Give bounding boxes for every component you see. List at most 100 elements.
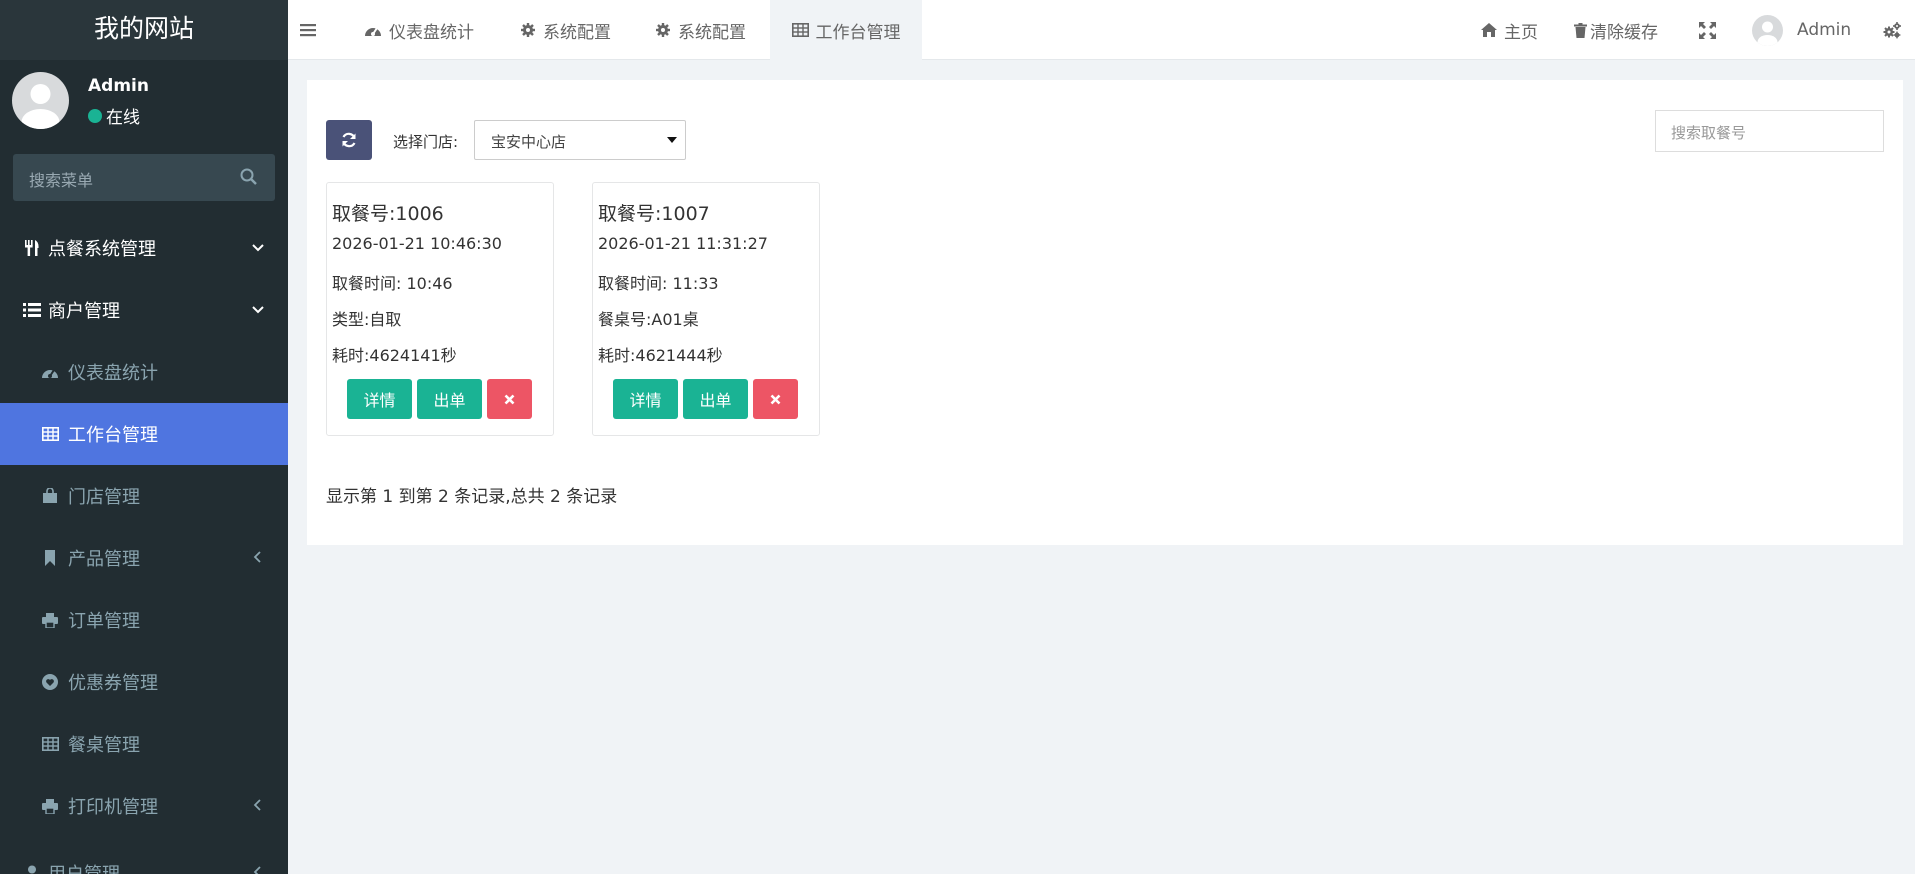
bookmark-icon — [40, 548, 60, 568]
sidebar-item-label: 商户管理 — [48, 301, 120, 322]
expand-icon[interactable] — [1699, 21, 1716, 39]
order-delete-button[interactable] — [753, 379, 798, 419]
tab-label: 仪表盘统计 — [389, 22, 474, 43]
order-card: 取餐号:1006 2026-01-21 10:46:30 取餐时间: 10:46… — [326, 182, 554, 436]
refresh-icon — [342, 132, 356, 148]
sidebar-item-orders[interactable]: 订单管理 — [0, 589, 288, 651]
sidebar-item-workbench[interactable]: 工作台管理 — [0, 403, 288, 465]
order-search-placeholder: 搜索取餐号 — [1671, 124, 1747, 142]
table-icon — [40, 424, 60, 444]
heart-icon — [40, 672, 60, 692]
sidebar-item-label: 工作台管理 — [68, 425, 158, 446]
trash-icon — [1574, 22, 1587, 38]
sidebar-item-ordering-system[interactable]: 点餐系统管理 — [0, 217, 288, 279]
user-icon — [22, 863, 42, 874]
home-link[interactable]: 主页 — [1481, 0, 1538, 60]
order-delete-button[interactable] — [487, 379, 532, 419]
clear-cache-button[interactable]: 清除缓存 — [1574, 0, 1658, 60]
tab-label: 系统配置 — [678, 22, 746, 43]
user-status-label: 在线 — [106, 108, 140, 128]
order-datetime: 2026-01-21 10:46:30 — [332, 234, 502, 253]
sidebar-item-label: 餐桌管理 — [68, 735, 140, 756]
chevron-down-icon — [252, 244, 264, 252]
times-icon — [504, 394, 515, 404]
order-duration: 耗时:4624141秒 — [332, 346, 457, 365]
order-type: 类型:自取 — [332, 310, 402, 329]
fullscreen-button[interactable] — [1699, 0, 1723, 60]
sidebar-item-label: 产品管理 — [68, 549, 140, 570]
tab-label: 系统配置 — [543, 22, 611, 43]
store-select-label: 选择门店: — [393, 133, 459, 151]
print-icon — [40, 610, 60, 630]
store-select[interactable]: 宝安中心店 — [474, 120, 686, 160]
sidebar-item-products[interactable]: 产品管理 — [0, 527, 288, 589]
sidebar-item-users[interactable]: 用户管理 — [0, 842, 288, 874]
tab-system-config-1[interactable]: 系统配置 — [520, 0, 611, 60]
hamburger-icon[interactable] — [300, 23, 316, 37]
settings-button[interactable] — [1882, 0, 1909, 60]
order-table-number: 餐桌号:A01桌 — [598, 310, 699, 329]
sidebar-item-label: 优惠券管理 — [68, 673, 158, 694]
sidebar-item-label: 用户管理 — [48, 860, 120, 874]
sidebar-item-label: 打印机管理 — [68, 797, 158, 818]
chevron-left-icon — [253, 799, 261, 811]
gear-icon — [521, 23, 535, 37]
tab-dashboard[interactable]: 仪表盘统计 — [364, 0, 474, 60]
refresh-button[interactable] — [326, 120, 372, 160]
order-detail-button[interactable]: 详情 — [347, 379, 412, 419]
workbench-panel: 选择门店: 宝安中心店 搜索取餐号 取餐号:1006 2026-01-21 10… — [307, 80, 1903, 545]
sidebar-item-label: 点餐系统管理 — [48, 239, 156, 260]
gears-icon[interactable] — [1882, 21, 1902, 39]
table-icon — [791, 23, 809, 37]
order-card: 取餐号:1007 2026-01-21 11:31:27 取餐时间: 11:33… — [592, 182, 820, 436]
sidebar-item-label: 订单管理 — [68, 611, 140, 632]
order-pickup-time: 取餐时间: 10:46 — [332, 274, 453, 293]
sidebar-item-label: 仪表盘统计 — [68, 363, 158, 384]
sidebar-item-tables[interactable]: 餐桌管理 — [0, 713, 288, 775]
order-serve-button[interactable]: 出单 — [683, 379, 748, 419]
user-menu[interactable]: Admin — [1752, 0, 1851, 60]
chevron-left-icon — [253, 551, 261, 563]
chevron-left-icon — [253, 866, 261, 874]
search-icon[interactable] — [239, 167, 259, 187]
user-status: 在线 — [88, 103, 140, 128]
tab-label: 工作台管理 — [815, 22, 901, 43]
dashboard-icon — [365, 27, 381, 36]
clear-cache-label: 清除缓存 — [1590, 22, 1658, 43]
gear-icon — [656, 23, 670, 37]
chevron-down-icon — [252, 306, 264, 314]
sidebar-item-merchant[interactable]: 商户管理 — [0, 279, 288, 341]
order-duration: 耗时:4621444秒 — [598, 346, 723, 365]
order-serve-button[interactable]: 出单 — [417, 379, 482, 419]
caret-down-icon — [667, 137, 677, 143]
sidebar-item-coupons[interactable]: 优惠券管理 — [0, 651, 288, 713]
top-navbar: 仪表盘统计 系统配置 系统配置 工作台管理 主页 清除缓存 Admin — [288, 0, 1915, 60]
sidebar-item-stores[interactable]: 门店管理 — [0, 465, 288, 527]
sidebar-item-label: 门店管理 — [68, 487, 140, 508]
user-panel: Admin 在线 — [0, 60, 288, 140]
store-select-value: 宝安中心店 — [491, 133, 567, 151]
order-detail-button[interactable]: 详情 — [613, 379, 678, 419]
print-icon — [40, 796, 60, 816]
order-pickup-time: 取餐时间: 11:33 — [598, 274, 719, 293]
sidebar-item-dashboard[interactable]: 仪表盘统计 — [0, 341, 288, 403]
tab-workbench[interactable]: 工作台管理 — [770, 0, 922, 60]
dashboard-icon — [40, 362, 60, 382]
sidebar-item-printers[interactable]: 打印机管理 — [0, 775, 288, 837]
order-datetime: 2026-01-21 11:31:27 — [598, 234, 768, 253]
avatar — [12, 72, 69, 129]
list-icon — [22, 300, 42, 320]
pagination-info: 显示第 1 到第 2 条记录,总共 2 条记录 — [326, 487, 618, 507]
user-name: Admin — [88, 76, 149, 96]
tab-system-config-2[interactable]: 系统配置 — [655, 0, 746, 60]
times-icon — [770, 394, 781, 404]
menu-search-placeholder: 搜索菜单 — [29, 171, 94, 190]
site-logo[interactable]: 我的网站 — [0, 0, 288, 60]
home-label: 主页 — [1504, 22, 1538, 43]
order-number-search-input[interactable]: 搜索取餐号 — [1655, 110, 1884, 152]
table-icon — [40, 734, 60, 754]
order-number: 取餐号:1007 — [598, 203, 710, 225]
menu-search-input[interactable]: 搜索菜单 — [13, 154, 275, 201]
sidebar-toggle-button[interactable] — [300, 0, 323, 60]
shopping-bag-icon — [40, 486, 60, 506]
